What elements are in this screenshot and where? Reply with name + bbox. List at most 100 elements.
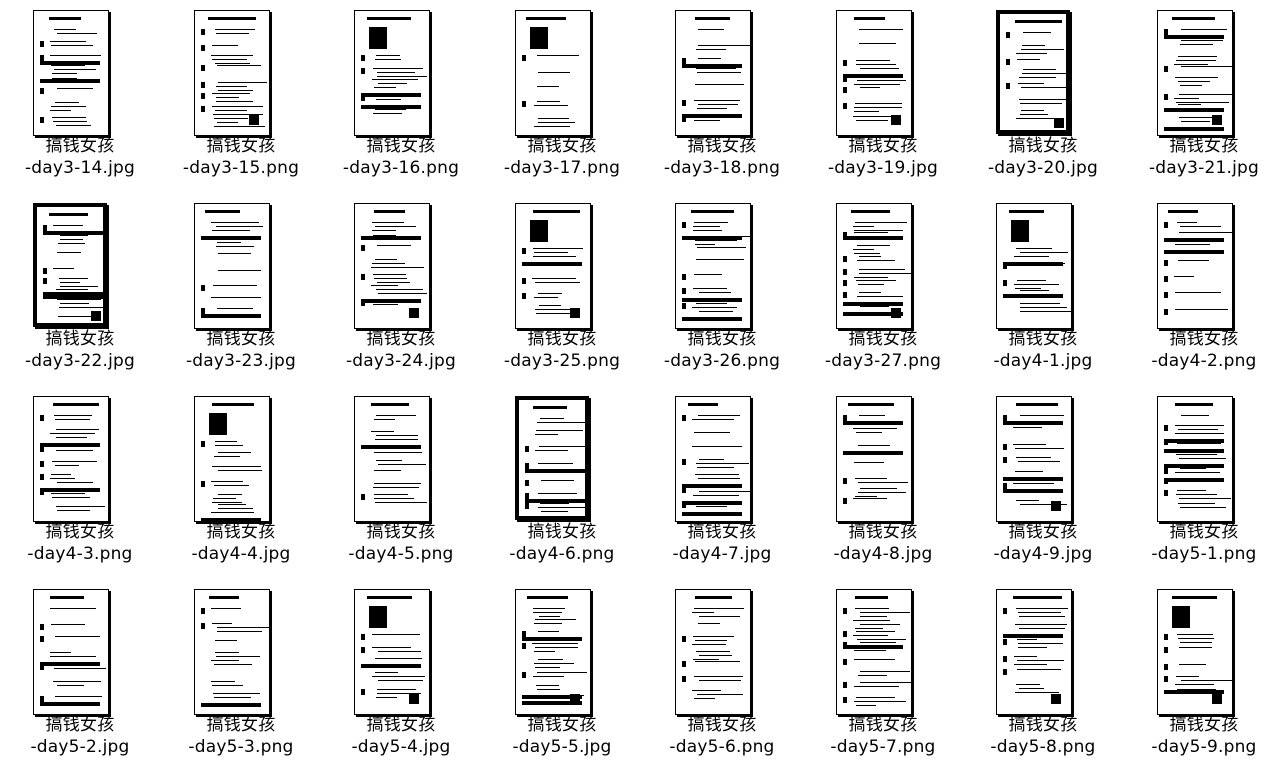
- file-name[interactable]: 搞钱女孩 -day4-3.png: [0, 521, 160, 565]
- thumbnail-mark: [692, 644, 726, 645]
- file-item[interactable]: 搞钱女孩 -day4-2.png: [1124, 193, 1280, 385]
- file-name[interactable]: 搞钱女孩 -day3-19.jpg: [803, 135, 963, 179]
- file-item[interactable]: 搞钱女孩 -day4-9.jpg: [963, 386, 1123, 578]
- file-thumbnail[interactable]: [675, 589, 751, 715]
- file-name[interactable]: 搞钱女孩 -day3-14.jpg: [0, 135, 160, 179]
- file-item[interactable]: 搞钱女孩 -day3-23.jpg: [161, 193, 321, 385]
- file-item[interactable]: 搞钱女孩 -day3-20.jpg: [963, 0, 1123, 192]
- file-name[interactable]: 搞钱女孩 -day5-3.png: [161, 714, 321, 758]
- file-thumbnail[interactable]: [836, 589, 912, 715]
- thumbnail-mark: [40, 415, 44, 421]
- file-name[interactable]: 搞钱女孩 -day3-26.png: [642, 328, 802, 372]
- file-item[interactable]: 搞钱女孩 -day4-6.png: [482, 386, 642, 578]
- file-name[interactable]: 搞钱女孩 -day5-2.jpg: [0, 714, 160, 758]
- file-item[interactable]: 搞钱女孩 -day5-4.jpg: [321, 579, 481, 771]
- file-item[interactable]: 搞钱女孩 -day5-9.png: [1124, 579, 1280, 771]
- file-name[interactable]: 搞钱女孩 -day4-1.jpg: [963, 328, 1123, 372]
- file-name[interactable]: 搞钱女孩 -day3-18.png: [642, 135, 802, 179]
- file-thumbnail[interactable]: [33, 203, 107, 327]
- file-item[interactable]: 搞钱女孩 -day4-1.jpg: [963, 193, 1123, 385]
- file-thumbnail[interactable]: [675, 203, 751, 329]
- file-thumbnail[interactable]: [1157, 396, 1233, 522]
- file-name[interactable]: 搞钱女孩 -day4-5.png: [321, 521, 481, 565]
- file-item[interactable]: 搞钱女孩 -day3-22.jpg: [0, 193, 160, 385]
- file-thumbnail[interactable]: [354, 589, 430, 715]
- file-thumbnail[interactable]: [194, 203, 270, 329]
- file-name[interactable]: 搞钱女孩 -day3-21.jpg: [1124, 135, 1280, 179]
- file-name[interactable]: 搞钱女孩 -day3-16.png: [321, 135, 481, 179]
- file-thumbnail[interactable]: [33, 396, 109, 522]
- file-thumbnail[interactable]: [675, 396, 751, 522]
- file-thumbnail[interactable]: [1157, 10, 1233, 136]
- file-thumbnail[interactable]: [515, 396, 589, 520]
- file-name[interactable]: 搞钱女孩 -day4-6.png: [482, 521, 642, 565]
- thumbnail-mark: [1016, 684, 1040, 685]
- file-name[interactable]: 搞钱女孩 -day3-15.png: [161, 135, 321, 179]
- file-name[interactable]: 搞钱女孩 -day5-5.jpg: [482, 714, 642, 758]
- file-thumbnail[interactable]: [194, 396, 270, 522]
- file-thumbnail[interactable]: [33, 589, 109, 715]
- file-name[interactable]: 搞钱女孩 -day3-17.png: [482, 135, 642, 179]
- file-item[interactable]: 搞钱女孩 -day3-16.png: [321, 0, 481, 192]
- file-name[interactable]: 搞钱女孩 -day5-9.png: [1124, 714, 1280, 758]
- file-thumbnail[interactable]: [836, 10, 912, 136]
- file-item[interactable]: 搞钱女孩 -day5-2.jpg: [0, 579, 160, 771]
- file-item[interactable]: 搞钱女孩 -day4-3.png: [0, 386, 160, 578]
- file-thumbnail[interactable]: [194, 10, 270, 136]
- file-name[interactable]: 搞钱女孩 -day4-2.png: [1124, 328, 1280, 372]
- file-thumbnail[interactable]: [515, 203, 591, 329]
- file-name[interactable]: 搞钱女孩 -day5-7.png: [803, 714, 963, 758]
- file-item[interactable]: 搞钱女孩 -day4-7.jpg: [642, 386, 802, 578]
- file-thumbnail[interactable]: [1157, 203, 1233, 329]
- file-item[interactable]: 搞钱女孩 -day4-4.jpg: [161, 386, 321, 578]
- file-item[interactable]: 搞钱女孩 -day3-15.png: [161, 0, 321, 192]
- file-name[interactable]: 搞钱女孩 -day5-8.png: [963, 714, 1123, 758]
- file-item[interactable]: 搞钱女孩 -day5-6.png: [642, 579, 802, 771]
- file-item[interactable]: 搞钱女孩 -day3-19.jpg: [803, 0, 963, 192]
- file-thumbnail[interactable]: [996, 203, 1072, 329]
- file-item[interactable]: 搞钱女孩 -day3-24.jpg: [321, 193, 481, 385]
- file-name[interactable]: 搞钱女孩 -day3-20.jpg: [963, 135, 1123, 179]
- file-thumbnail[interactable]: [354, 10, 430, 136]
- file-item[interactable]: 搞钱女孩 -day5-8.png: [963, 579, 1123, 771]
- file-thumbnail[interactable]: [194, 589, 270, 715]
- file-name[interactable]: 搞钱女孩 -day3-25.png: [482, 328, 642, 372]
- file-item[interactable]: 搞钱女孩 -day3-26.png: [642, 193, 802, 385]
- file-thumbnail[interactable]: [515, 589, 591, 715]
- file-thumbnail[interactable]: [836, 396, 912, 522]
- file-item[interactable]: 搞钱女孩 -day5-3.png: [161, 579, 321, 771]
- file-thumbnail[interactable]: [996, 396, 1072, 522]
- file-name[interactable]: 搞钱女孩 -day3-27.png: [803, 328, 963, 372]
- file-item[interactable]: 搞钱女孩 -day5-5.jpg: [482, 579, 642, 771]
- file-thumbnail[interactable]: [33, 10, 109, 136]
- file-name[interactable]: 搞钱女孩 -day5-1.png: [1124, 521, 1280, 565]
- thumbnail-mark: [682, 100, 686, 106]
- file-thumbnail[interactable]: [996, 589, 1072, 715]
- file-name[interactable]: 搞钱女孩 -day4-7.jpg: [642, 521, 802, 565]
- file-name[interactable]: 搞钱女孩 -day3-23.jpg: [161, 328, 321, 372]
- file-thumbnail[interactable]: [515, 10, 591, 136]
- file-name[interactable]: 搞钱女孩 -day3-24.jpg: [321, 328, 481, 372]
- file-thumbnail[interactable]: [354, 203, 430, 329]
- file-thumbnail[interactable]: [996, 10, 1070, 134]
- file-item[interactable]: 搞钱女孩 -day3-27.png: [803, 193, 963, 385]
- file-item[interactable]: 搞钱女孩 -day5-7.png: [803, 579, 963, 771]
- file-thumbnail[interactable]: [1157, 589, 1233, 715]
- file-name[interactable]: 搞钱女孩 -day4-9.jpg: [963, 521, 1123, 565]
- file-item[interactable]: 搞钱女孩 -day3-18.png: [642, 0, 802, 192]
- file-thumbnail[interactable]: [675, 10, 751, 136]
- file-name[interactable]: 搞钱女孩 -day4-4.jpg: [161, 521, 321, 565]
- file-item[interactable]: 搞钱女孩 -day4-5.png: [321, 386, 481, 578]
- file-thumbnail[interactable]: [354, 396, 430, 522]
- file-item[interactable]: 搞钱女孩 -day3-14.jpg: [0, 0, 160, 192]
- file-name[interactable]: 搞钱女孩 -day3-22.jpg: [0, 328, 160, 372]
- file-item[interactable]: 搞钱女孩 -day3-25.png: [482, 193, 642, 385]
- file-item[interactable]: 搞钱女孩 -day4-8.jpg: [803, 386, 963, 578]
- file-item[interactable]: 搞钱女孩 -day5-1.png: [1124, 386, 1280, 578]
- file-item[interactable]: 搞钱女孩 -day3-17.png: [482, 0, 642, 192]
- file-name[interactable]: 搞钱女孩 -day4-8.jpg: [803, 521, 963, 565]
- file-thumbnail[interactable]: [836, 203, 912, 329]
- file-name[interactable]: 搞钱女孩 -day5-4.jpg: [321, 714, 481, 758]
- file-item[interactable]: 搞钱女孩 -day3-21.jpg: [1124, 0, 1280, 192]
- file-name[interactable]: 搞钱女孩 -day5-6.png: [642, 714, 802, 758]
